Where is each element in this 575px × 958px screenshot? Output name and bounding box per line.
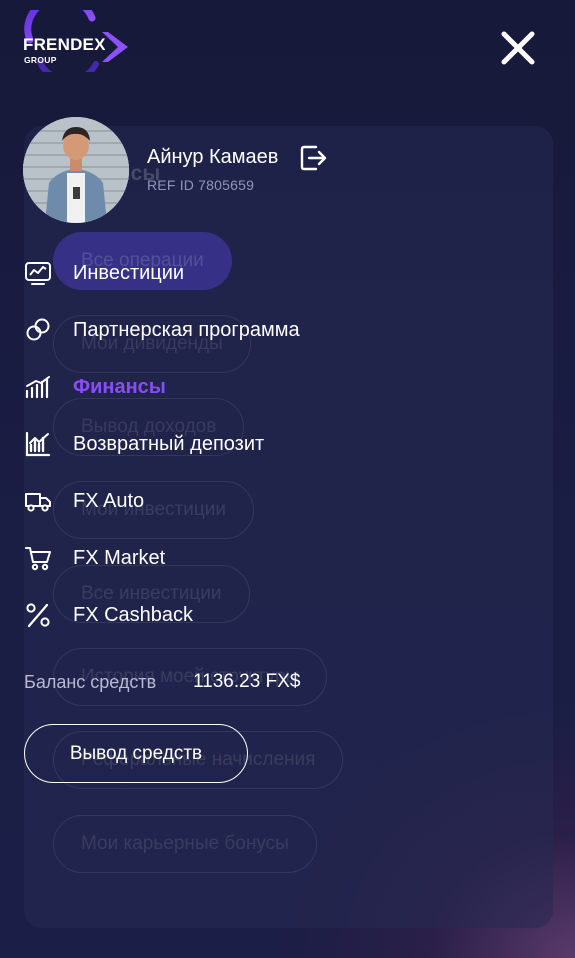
- menu-item-label: FX Market: [73, 546, 166, 569]
- menu-item-return-deposit[interactable]: Возвратный депозит: [23, 426, 264, 462]
- user-name: Айнур Камаев: [147, 146, 279, 168]
- menu-item-label: Инвестиции: [73, 261, 185, 284]
- percent-icon: [23, 600, 53, 630]
- monitor-chart-icon: [23, 258, 53, 288]
- balance-label: Баланс средств: [24, 672, 157, 692]
- menu-item-label: Партнерская программа: [73, 318, 300, 341]
- link-rings-icon: [23, 315, 53, 345]
- menu-item-label: FX Auto: [73, 489, 145, 512]
- chart-trend-icon: [23, 429, 53, 459]
- filter-pill-career-bonuses: Мои карьерные бонусы: [53, 815, 317, 873]
- menu-item-partner-program[interactable]: Партнерская программа: [23, 312, 300, 348]
- balance-value: 1136.23 FX$: [193, 671, 301, 692]
- menu-item-fx-cashback[interactable]: FX Cashback: [23, 597, 193, 633]
- user-photo-icon: [23, 117, 129, 223]
- menu-item-label: FX Cashback: [73, 603, 194, 626]
- logout-button[interactable]: [299, 143, 329, 173]
- menu-item-investments[interactable]: Инвестиции: [23, 255, 184, 291]
- truck-icon: [23, 486, 53, 516]
- menu-item-finances[interactable]: Финансы: [23, 369, 166, 405]
- ref-id: REF ID 7805659: [147, 177, 255, 193]
- menu-item-label: Возвратный депозит: [73, 432, 265, 455]
- avatar[interactable]: [23, 117, 129, 223]
- close-menu-button[interactable]: [497, 27, 539, 69]
- menu-item-fx-market[interactable]: FX Market: [23, 540, 165, 576]
- bar-growth-icon: [23, 372, 53, 402]
- withdraw-funds-button[interactable]: Вывод средств: [24, 724, 248, 783]
- close-icon: [501, 31, 535, 65]
- frendex-logo[interactable]: FRENDEX GROUP: [22, 10, 132, 72]
- menu-item-fx-auto[interactable]: FX Auto: [23, 483, 144, 519]
- menu-item-label: Финансы: [73, 375, 166, 398]
- cart-icon: [23, 543, 53, 573]
- logo-subtitle: GROUP: [24, 55, 57, 65]
- logo-wordmark: FRENDEX: [23, 35, 106, 54]
- logout-icon: [300, 145, 327, 171]
